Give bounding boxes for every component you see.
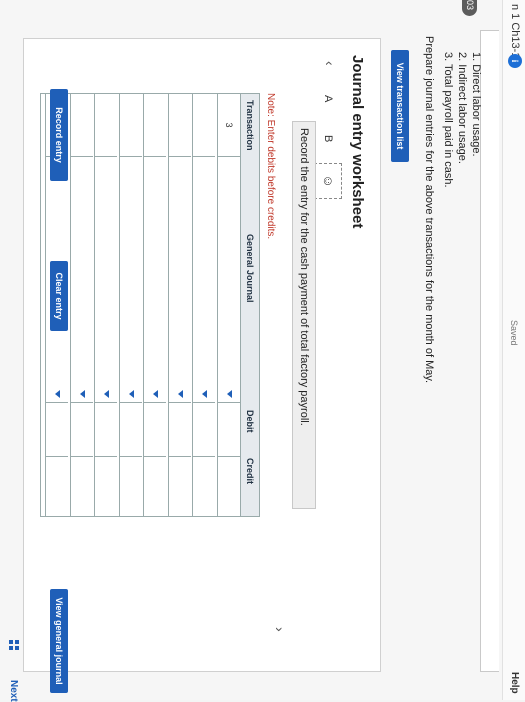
top-bar: n 1 Ch13-17 i Saved Help [502,0,525,700]
table-row [119,94,142,516]
account-select[interactable] [95,156,118,403]
transaction-cell [193,94,216,157]
transaction-item: 1. Direct labor usage. [470,52,482,157]
credit-input[interactable] [71,456,93,516]
journal-entry-worksheet: Journal entry worksheet ‹ A B ☺ › Record… [23,38,381,693]
view-transaction-list-button[interactable]: View transaction list [391,50,409,162]
transaction-cell [71,94,93,157]
debit-credit-note: Note: Enter debits before credits. [265,93,276,240]
table-row [94,94,118,516]
chevron-left-icon[interactable]: ‹ [322,61,338,66]
account-select[interactable] [193,156,216,403]
table-row [70,94,93,516]
view-general-journal-button[interactable]: View general journal [50,589,68,693]
grid-icon[interactable] [7,640,19,652]
chevron-down-icon[interactable] [178,390,183,398]
question-number-badge[interactable]: 03 [462,0,477,16]
column-header-transaction: Transaction [245,100,255,151]
debit-input[interactable] [218,402,240,457]
chevron-down-icon[interactable] [153,390,159,398]
table-row [192,94,216,516]
transaction-cell: 3 [218,94,240,157]
credit-input[interactable] [96,456,118,516]
saved-status: Saved [509,320,519,346]
help-link[interactable]: Help [509,672,520,694]
transaction-list: 1. Direct labor usage. 2. Indirect labor… [441,52,483,188]
debit-input[interactable] [46,402,69,457]
chevron-down-icon[interactable] [202,390,208,398]
chevron-down-icon[interactable] [104,390,110,398]
account-select[interactable] [169,156,191,403]
question-prompt: Prepare journal entries for the above tr… [423,36,435,384]
debit-input[interactable] [95,402,118,457]
record-entry-button[interactable]: Record entry [50,89,68,181]
general-journal-table: Transaction General Journal Debit Credit… [40,93,260,517]
account-select[interactable] [218,156,240,403]
info-icon[interactable]: i [508,54,522,68]
tab-c[interactable]: ☺ [314,163,342,199]
debit-input[interactable] [144,402,167,457]
transaction-cell [95,94,118,157]
column-header-general-journal: General Journal [245,234,255,303]
table-header: Transaction General Journal Debit Credit [240,94,259,516]
chevron-down-icon[interactable] [227,390,232,398]
transaction-cell [169,94,191,157]
debit-input[interactable] [169,402,191,457]
credit-input[interactable] [145,456,167,516]
chevron-down-icon[interactable] [129,390,134,398]
debit-input[interactable] [120,402,142,457]
column-header-credit: Credit [245,458,255,485]
tab-b[interactable]: B [322,135,334,142]
credit-input[interactable] [194,456,216,516]
account-select[interactable] [144,156,167,403]
credit-input[interactable] [47,456,69,516]
table-row [168,94,191,516]
chevron-down-icon[interactable] [55,390,61,398]
rotated-page: n 1 Ch13-17 i Saved Help 03 1. Direct la… [0,0,525,702]
transaction-item: 3. Total payroll paid in cash. [442,52,454,188]
debit-input[interactable] [71,402,93,457]
worksheet-title: Journal entry worksheet [349,55,366,229]
credit-input[interactable] [120,456,142,516]
clear-entry-button[interactable]: Clear entry [50,261,68,331]
entry-instruction: Record the entry for the cash payment of… [292,121,316,509]
table-row: 3 [217,94,240,516]
next-button[interactable]: Next [8,680,19,702]
debit-input[interactable] [193,402,216,457]
credit-input[interactable] [218,456,240,516]
transaction-item: 2. Indirect labor usage. [456,52,468,164]
chevron-down-icon[interactable] [80,390,85,398]
table-row [143,94,167,516]
account-select[interactable] [120,156,142,403]
column-header-debit: Debit [245,410,255,433]
account-select[interactable] [71,156,93,403]
tab-a[interactable]: A [322,95,334,102]
chevron-right-icon[interactable]: › [272,627,288,632]
transaction-cell [144,94,167,157]
transaction-cell [120,94,142,157]
credit-input[interactable] [169,456,191,516]
